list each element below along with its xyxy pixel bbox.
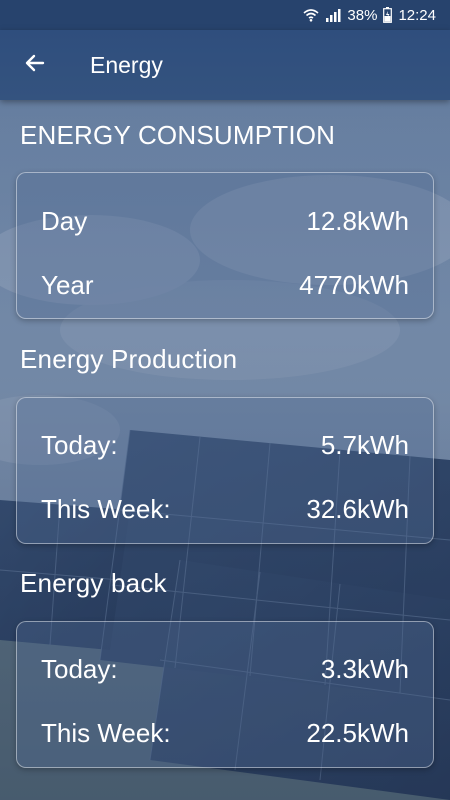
section-title-energy-back: Energy back	[20, 568, 167, 598]
list-item: Year 4770kWh	[41, 265, 409, 305]
clock-time: 12:24	[398, 6, 436, 24]
row-value: 5.7kWh	[320, 429, 409, 460]
section-title-production: Energy Production	[20, 344, 238, 374]
list-item: Today: 5.7kWh	[41, 425, 409, 465]
production-card: Today: 5.7kWh This Week: 32.6kWh	[16, 397, 434, 544]
row-label: Today:	[41, 653, 118, 684]
list-item: This Week: 32.6kWh	[41, 489, 409, 529]
row-value: 4770kWh	[299, 269, 409, 300]
row-value: 22.5kWh	[306, 717, 409, 748]
signal-icon	[325, 8, 341, 22]
wifi-icon	[303, 8, 319, 22]
section-title-consumption: ENERGY CONSUMPTION	[20, 120, 336, 150]
battery-percent: 38%	[347, 6, 378, 24]
row-label: Year	[41, 269, 94, 300]
row-value: 32.6kWh	[306, 493, 409, 524]
row-label: This Week:	[41, 493, 171, 524]
back-button[interactable]	[0, 30, 70, 100]
app-bar: Energy	[0, 30, 450, 100]
row-label: Day	[41, 205, 88, 236]
status-bar: 38% 12:24	[0, 0, 450, 30]
row-value: 3.3kWh	[320, 653, 409, 684]
arrow-left-icon	[23, 51, 47, 80]
list-item: Today: 3.3kWh	[41, 649, 409, 689]
list-item: Day 12.8kWh	[41, 201, 409, 241]
row-label: This Week:	[41, 717, 171, 748]
list-item: This Week: 22.5kWh	[41, 713, 409, 753]
row-value: 12.8kWh	[306, 205, 409, 236]
page-title: Energy	[90, 51, 163, 78]
battery-icon	[383, 7, 393, 23]
row-label: Today:	[41, 429, 118, 460]
energy-back-card: Today: 3.3kWh This Week: 22.5kWh	[16, 621, 434, 768]
consumption-card: Day 12.8kWh Year 4770kWh	[16, 172, 434, 319]
